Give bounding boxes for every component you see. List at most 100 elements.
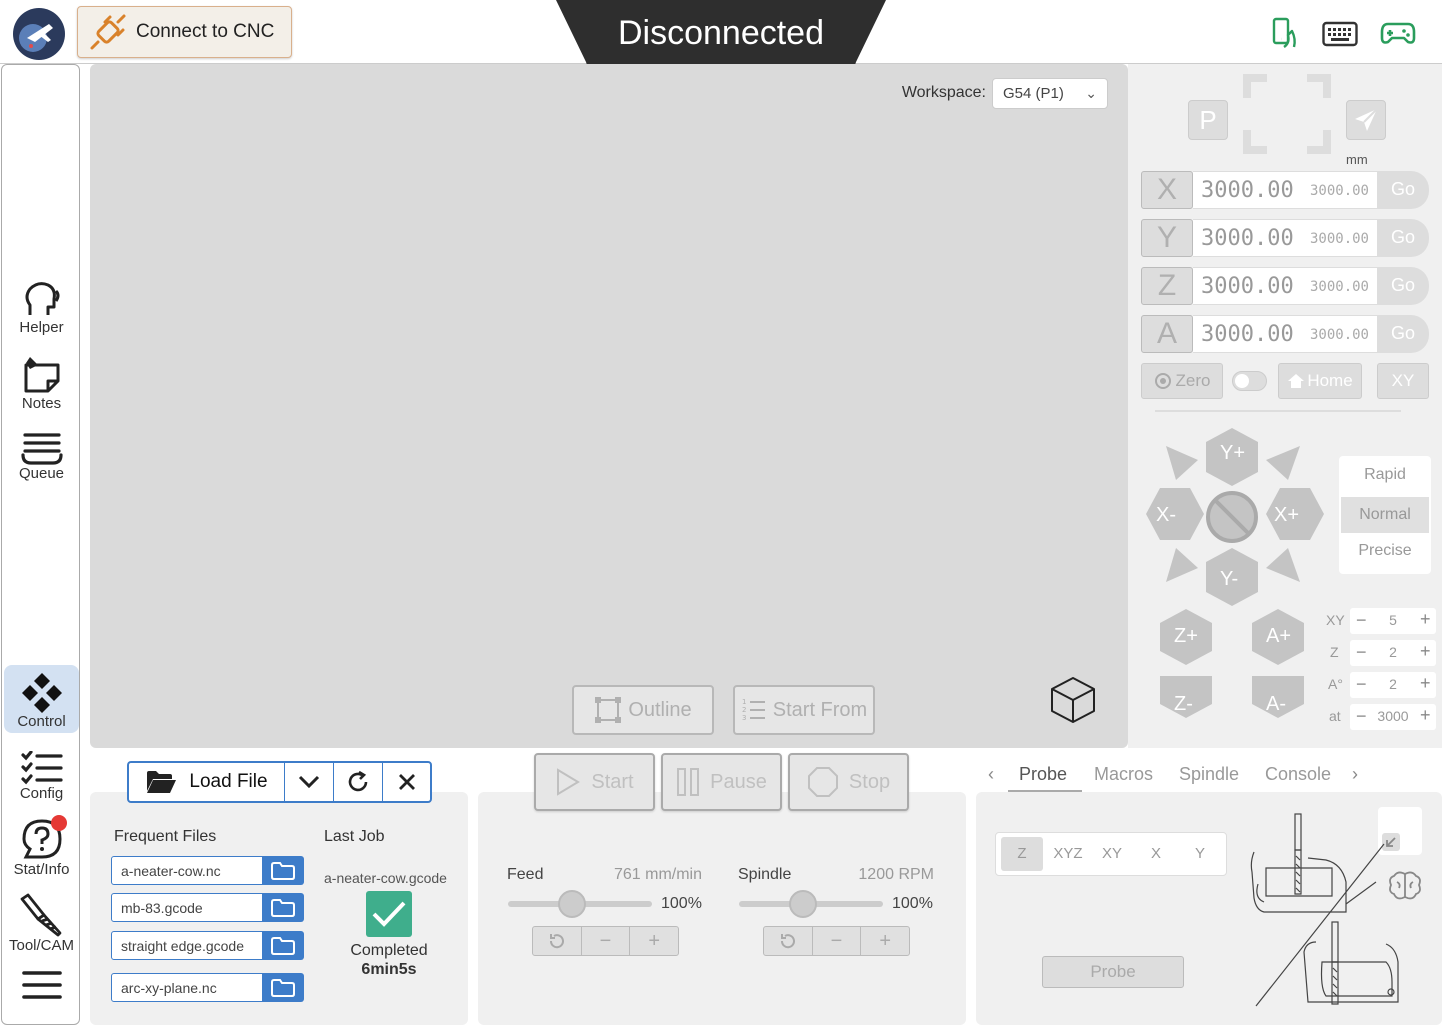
nav-notes[interactable]: Notes (4, 351, 79, 412)
jog-diag-ur-button[interactable] (1266, 446, 1300, 480)
feed-slider-thumb[interactable] (558, 890, 586, 918)
goto-send-button[interactable] (1346, 100, 1386, 140)
folder-open-icon[interactable] (262, 893, 304, 922)
connection-status-text: Disconnected (617, 14, 824, 52)
probe-axis-xyz[interactable]: XYZ (1048, 845, 1088, 862)
tab-spindle[interactable]: Spindle (1179, 764, 1239, 785)
jog-diag-dr-button[interactable] (1266, 548, 1300, 582)
frequent-file-name[interactable]: mb-83.gcode (111, 893, 263, 922)
start-job-button[interactable]: Start (534, 753, 655, 811)
axis-x-zero-button[interactable]: X (1141, 171, 1193, 209)
increment-a-plus[interactable]: + (1420, 673, 1431, 694)
gamepad-icon[interactable] (1378, 14, 1418, 54)
feed-increase-button[interactable]: + (630, 927, 678, 955)
spindle-slider-thumb[interactable] (789, 890, 817, 918)
increment-xy-plus[interactable]: + (1420, 609, 1431, 630)
probe-axis-xy[interactable]: XY (1092, 845, 1132, 862)
frequent-file-name[interactable]: arc-xy-plane.nc (111, 973, 263, 1002)
home-xy-button[interactable]: XY (1377, 363, 1429, 399)
increment-a-minus[interactable]: − (1356, 674, 1367, 695)
increment-feed-value[interactable]: 3000 (1372, 708, 1414, 724)
probe-axis-x[interactable]: X (1136, 845, 1176, 862)
axis-z-go-button[interactable]: Go (1377, 267, 1429, 305)
workspace-select[interactable]: G54 (P1) ⌄ (992, 78, 1108, 109)
nav-stat-info[interactable]: Stat/Info (4, 815, 79, 878)
sticky-note-icon (4, 351, 79, 395)
jog-diag-dl-button[interactable] (1166, 548, 1198, 582)
probe-button[interactable]: Probe (1042, 956, 1184, 988)
stop-job-button[interactable]: Stop (788, 753, 909, 811)
increment-xy-value[interactable]: 5 (1378, 612, 1408, 628)
axis-x-input[interactable]: 3000.00 3000.00 (1193, 171, 1377, 209)
frequent-file-name[interactable]: straight edge.gcode (111, 931, 263, 960)
nav-tool-cam[interactable]: Tool/CAM (4, 893, 79, 954)
park-label: P (1199, 104, 1217, 135)
increment-z-value[interactable]: 2 (1378, 644, 1408, 660)
folder-open-icon[interactable] (262, 856, 304, 885)
gcode-visualizer[interactable]: Workspace: G54 (P1) ⌄ Outline 123 Start … (90, 64, 1128, 748)
folder-open-icon[interactable] (262, 973, 304, 1002)
jog-stop-icon[interactable] (1206, 491, 1258, 543)
nav-control[interactable]: Control (4, 665, 79, 733)
increment-a-value[interactable]: 2 (1378, 676, 1408, 692)
probe-axis-z[interactable]: Z (1001, 837, 1043, 871)
nav-queue[interactable]: Queue (4, 421, 79, 482)
tab-console[interactable]: Console (1265, 764, 1331, 785)
speed-precise[interactable]: Precise (1339, 536, 1431, 566)
speed-rapid[interactable]: Rapid (1339, 460, 1431, 490)
connect-cnc-button[interactable]: Connect to CNC (77, 6, 292, 58)
spindle-decrease-button[interactable]: − (813, 927, 862, 955)
jog-diag-ul-button[interactable] (1166, 446, 1198, 480)
axis-x-go-button[interactable]: Go (1377, 171, 1429, 209)
feed-stepper: − + (532, 926, 679, 956)
tab-probe[interactable]: Probe (1019, 764, 1067, 785)
view-cube-icon[interactable] (1050, 676, 1096, 729)
hamburger-menu-icon[interactable] (22, 969, 62, 1006)
tabs-next-chevron-icon[interactable]: › (1352, 764, 1358, 785)
axis-z-zero-button[interactable]: Z (1141, 267, 1193, 305)
nav-helper[interactable]: Helper (4, 275, 79, 336)
nav-helper-label: Helper (19, 319, 64, 336)
feed-reset-icon[interactable] (533, 927, 582, 955)
axis-z-input[interactable]: 3000.00 3000.00 (1193, 267, 1377, 305)
tab-macros[interactable]: Macros (1094, 764, 1153, 785)
load-file-dropdown-button[interactable] (285, 763, 334, 801)
spindle-reset-icon[interactable] (764, 927, 813, 955)
increment-z-minus[interactable]: − (1356, 642, 1367, 663)
start-from-button[interactable]: 123 Start From (733, 685, 875, 735)
load-file-button[interactable]: Load File (129, 763, 285, 801)
increment-z-plus[interactable]: + (1420, 641, 1431, 662)
keyboard-icon[interactable] (1320, 14, 1360, 54)
target-icon (1154, 372, 1172, 390)
tabs-prev-chevron-icon[interactable]: ‹ (988, 764, 994, 785)
spindle-increase-button[interactable]: + (861, 927, 909, 955)
feed-label: Feed (507, 866, 544, 883)
axis-y-zero-button[interactable]: Y (1141, 219, 1193, 257)
folder-open-icon[interactable] (262, 931, 304, 960)
reload-file-button[interactable] (334, 763, 383, 801)
axis-a-go-button[interactable]: Go (1377, 315, 1429, 353)
pause-job-button[interactable]: Pause (661, 753, 782, 811)
zero-all-button[interactable]: Zero (1141, 363, 1223, 399)
axis-a-input[interactable]: 3000.00 3000.00 (1193, 315, 1377, 353)
park-button[interactable]: P (1188, 100, 1228, 140)
axis-y-input[interactable]: 3000.00 3000.00 (1193, 219, 1377, 257)
outline-button[interactable]: Outline (572, 685, 714, 735)
home-button[interactable]: Home (1278, 363, 1362, 399)
dro-row-z: Z 3000.00 3000.00 Go (1141, 267, 1429, 305)
close-file-button[interactable] (383, 763, 430, 801)
increment-xy-minus[interactable]: − (1356, 610, 1367, 631)
frequent-file-name[interactable]: a-neater-cow.nc (111, 856, 263, 885)
zero-toggle-switch[interactable] (1232, 371, 1267, 391)
probe-axis-y[interactable]: Y (1180, 845, 1220, 862)
plug-icon (88, 12, 128, 52)
feed-decrease-button[interactable]: − (582, 927, 631, 955)
increment-feed-minus[interactable]: − (1356, 706, 1367, 727)
increment-feed-plus[interactable]: + (1420, 705, 1431, 726)
axis-a-zero-button[interactable]: A (1141, 315, 1193, 353)
speed-normal[interactable]: Normal (1341, 497, 1429, 533)
axis-y-go-button[interactable]: Go (1377, 219, 1429, 257)
fullscreen-frame-icon[interactable] (1243, 74, 1331, 159)
phone-icon[interactable] (1265, 14, 1305, 54)
nav-config[interactable]: Config (4, 741, 79, 802)
